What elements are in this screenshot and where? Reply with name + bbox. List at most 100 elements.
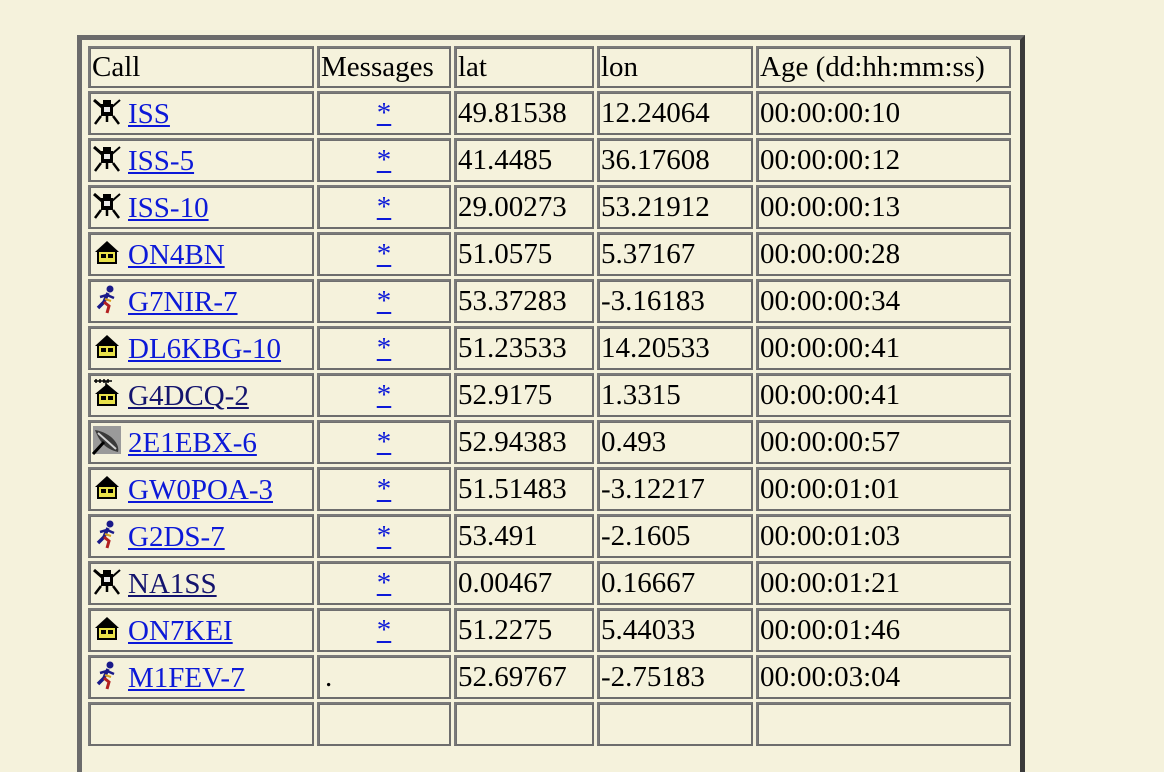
call-link[interactable]: G2DS-7 xyxy=(128,521,225,553)
messages-link[interactable]: * xyxy=(377,285,392,318)
table-row: ISS-10 * 29.00273 53.21912 00:00:00:13 xyxy=(88,185,1011,229)
call-link[interactable]: NA1SS xyxy=(128,568,217,600)
cell-lat: 51.23533 xyxy=(454,326,594,370)
stations-table: Call Messages lat lon Age (dd:hh:mm:ss) … xyxy=(85,43,1014,749)
cell-messages: * xyxy=(317,467,451,511)
cell-call: ISS-10 xyxy=(88,185,314,229)
stations-table-frame: Call Messages lat lon Age (dd:hh:mm:ss) … xyxy=(77,35,1025,772)
cell-lat: 41.4485 xyxy=(454,138,594,182)
table-row: ISS * 49.81538 12.24064 00:00:00:10 xyxy=(88,91,1011,135)
cell-lat: 53.37283 xyxy=(454,279,594,323)
table-row: 2E1EBX-6 * 52.94383 0.493 00:00:00:57 xyxy=(88,420,1011,464)
runner-icon xyxy=(92,660,122,690)
cell-age: 00:00:00:28 xyxy=(756,232,1011,276)
messages-link[interactable]: * xyxy=(377,473,392,506)
cell-messages: * xyxy=(317,561,451,605)
cell-messages: * xyxy=(317,608,451,652)
runner-icon xyxy=(92,519,122,549)
cell-age: 00:00:03:04 xyxy=(756,655,1011,699)
messages-link[interactable]: * xyxy=(377,567,392,600)
cell-lat: 52.9175 xyxy=(454,373,594,417)
cell-call: G4DCQ-2 xyxy=(88,373,314,417)
call-link[interactable]: ISS-10 xyxy=(128,192,209,224)
cell-lat: 29.00273 xyxy=(454,185,594,229)
messages-link[interactable]: * xyxy=(377,520,392,553)
header-lon: lon xyxy=(597,46,753,88)
cell-call: ISS xyxy=(88,91,314,135)
cell-age: 00:00:01:21 xyxy=(756,561,1011,605)
messages-link[interactable]: * xyxy=(377,426,392,459)
house-antenna-icon xyxy=(92,378,122,408)
call-link[interactable]: ON7KEI xyxy=(128,615,233,647)
cell-lon: 12.24064 xyxy=(597,91,753,135)
cell-call: ISS-5 xyxy=(88,138,314,182)
cell-call: NA1SS xyxy=(88,561,314,605)
call-link[interactable]: ISS xyxy=(128,98,170,130)
cell-lon: -2.1605 xyxy=(597,514,753,558)
table-row: DL6KBG-10 * 51.23533 14.20533 00:00:00:41 xyxy=(88,326,1011,370)
cell-age: 00:00:00:12 xyxy=(756,138,1011,182)
cell-lon: -3.16183 xyxy=(597,279,753,323)
cell-lon: 1.3315 xyxy=(597,373,753,417)
cell-lon: 53.21912 xyxy=(597,185,753,229)
call-link[interactable]: G4DCQ-2 xyxy=(128,380,249,412)
messages-link[interactable]: * xyxy=(377,191,392,224)
messages-link[interactable]: * xyxy=(377,614,392,647)
cell-lon: 0.493 xyxy=(597,420,753,464)
messages-link[interactable]: * xyxy=(377,379,392,412)
cell-lon: 0.16667 xyxy=(597,561,753,605)
cell-lon: 5.44033 xyxy=(597,608,753,652)
cell-call: G7NIR-7 xyxy=(88,279,314,323)
header-call: Call xyxy=(88,46,314,88)
cell-call: 2E1EBX-6 xyxy=(88,420,314,464)
cell-lon: 5.37167 xyxy=(597,232,753,276)
cell-lon: -2.75183 xyxy=(597,655,753,699)
table-row: G7NIR-7 * 53.37283 -3.16183 00:00:00:34 xyxy=(88,279,1011,323)
cell-age: 00:00:00:41 xyxy=(756,373,1011,417)
cell-messages: * xyxy=(317,326,451,370)
call-link[interactable]: M1FEV-7 xyxy=(128,662,245,694)
call-link[interactable]: ON4BN xyxy=(128,239,225,271)
dish-icon xyxy=(92,425,122,455)
cell-age: 00:00:00:41 xyxy=(756,326,1011,370)
messages-link[interactable]: * xyxy=(377,97,392,130)
cell-call: M1FEV-7 xyxy=(88,655,314,699)
cell-messages: * xyxy=(317,232,451,276)
table-row: ISS-5 * 41.4485 36.17608 00:00:00:12 xyxy=(88,138,1011,182)
messages-link[interactable]: * xyxy=(377,144,392,177)
cell-lat: 0.00467 xyxy=(454,561,594,605)
cell-lat: 52.94383 xyxy=(454,420,594,464)
cell-lat: 51.51483 xyxy=(454,467,594,511)
cell-age: 00:00:00:13 xyxy=(756,185,1011,229)
cell-messages: * xyxy=(317,138,451,182)
table-row: GW0POA-3 * 51.51483 -3.12217 00:00:01:01 xyxy=(88,467,1011,511)
cell-messages: * xyxy=(317,420,451,464)
cell-age: 00:00:01:01 xyxy=(756,467,1011,511)
house-icon xyxy=(92,613,122,643)
cell-lat: 51.2275 xyxy=(454,608,594,652)
cell-lat: 51.0575 xyxy=(454,232,594,276)
table-row: NA1SS * 0.00467 0.16667 00:00:01:21 xyxy=(88,561,1011,605)
house-icon xyxy=(92,472,122,502)
cell-call: ON7KEI xyxy=(88,608,314,652)
cell-lon: -3.12217 xyxy=(597,467,753,511)
table-row: ON7KEI * 51.2275 5.44033 00:00:01:46 xyxy=(88,608,1011,652)
house-icon xyxy=(92,331,122,361)
call-link[interactable]: 2E1EBX-6 xyxy=(128,427,257,459)
call-link[interactable]: G7NIR-7 xyxy=(128,286,238,318)
header-age: Age (dd:hh:mm:ss) xyxy=(756,46,1011,88)
cell-lon: 36.17608 xyxy=(597,138,753,182)
cell-messages: * xyxy=(317,373,451,417)
messages-link[interactable]: * xyxy=(377,332,392,365)
cell-messages: . xyxy=(317,655,451,699)
call-link[interactable]: DL6KBG-10 xyxy=(128,333,281,365)
call-link[interactable]: GW0POA-3 xyxy=(128,474,273,506)
header-lat: lat xyxy=(454,46,594,88)
call-link[interactable]: ISS-5 xyxy=(128,145,194,177)
table-row: G2DS-7 * 53.491 -2.1605 00:00:01:03 xyxy=(88,514,1011,558)
cell-messages: * xyxy=(317,185,451,229)
cell-lat: 53.491 xyxy=(454,514,594,558)
cell-messages: * xyxy=(317,91,451,135)
messages-link[interactable]: * xyxy=(377,238,392,271)
cell-lat: 52.69767 xyxy=(454,655,594,699)
